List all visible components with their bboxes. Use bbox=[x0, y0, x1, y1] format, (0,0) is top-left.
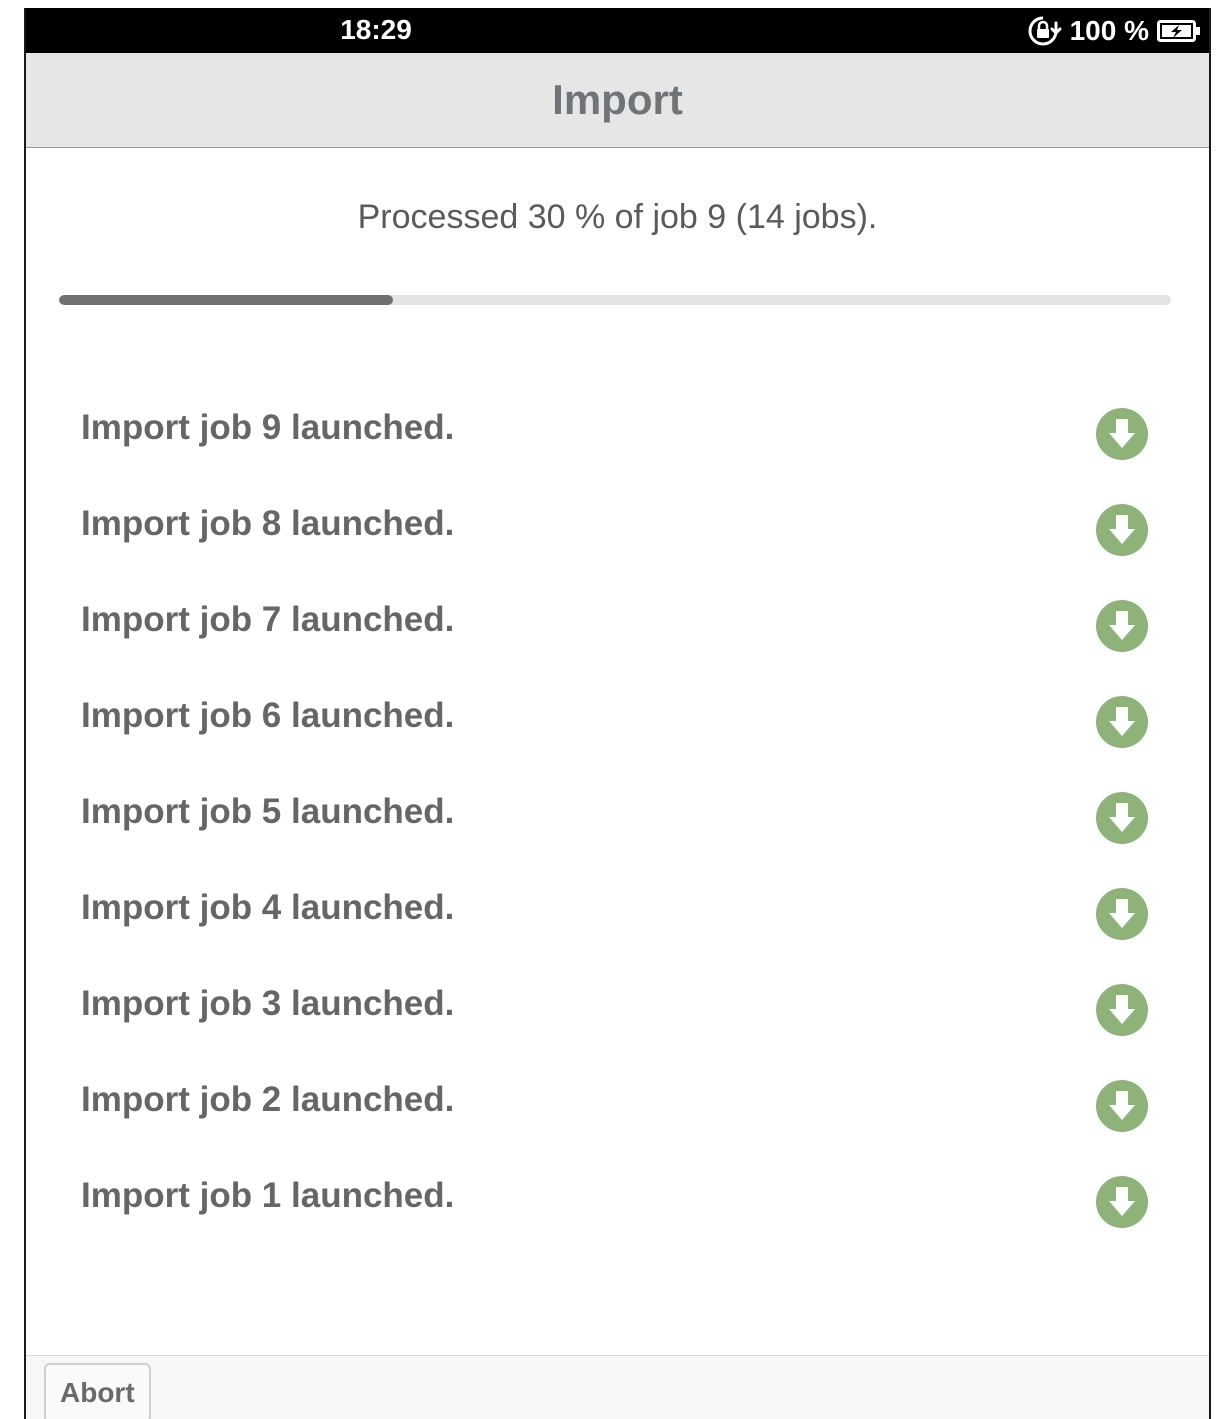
download-icon[interactable] bbox=[1095, 1175, 1149, 1229]
list-item: Import job 5 launched. bbox=[26, 762, 1209, 858]
job-label: Import job 6 launched. bbox=[81, 696, 455, 735]
download-icon[interactable] bbox=[1095, 887, 1149, 941]
battery-text: 100 % bbox=[1069, 15, 1149, 46]
battery-charging-icon bbox=[1157, 19, 1201, 43]
list-item: Import job 2 launched. bbox=[26, 1050, 1209, 1146]
status-right: 100 % bbox=[1026, 14, 1201, 48]
status-time: 18:29 bbox=[340, 14, 412, 45]
job-label: Import job 1 launched. bbox=[81, 1176, 455, 1215]
list-item: Import job 6 launched. bbox=[26, 666, 1209, 762]
progress-bar bbox=[59, 295, 1171, 305]
header: Import bbox=[26, 53, 1209, 148]
job-label: Import job 7 launched. bbox=[81, 600, 455, 639]
rotation-lock-icon bbox=[1026, 14, 1062, 48]
app-frame: 18:29 100 % Import Processed 30 % of job… bbox=[24, 8, 1211, 1419]
job-label: Import job 2 launched. bbox=[81, 1080, 455, 1119]
progress-text: Processed 30 % of job 9 (14 jobs). bbox=[357, 198, 878, 236]
download-icon[interactable] bbox=[1095, 503, 1149, 557]
list-item: Import job 3 launched. bbox=[26, 954, 1209, 1050]
job-label: Import job 3 launched. bbox=[81, 984, 455, 1023]
status-bar: 18:29 100 % bbox=[26, 8, 1209, 53]
job-label: Import job 4 launched. bbox=[81, 888, 455, 927]
job-label: Import job 8 launched. bbox=[81, 504, 455, 543]
download-icon[interactable] bbox=[1095, 1079, 1149, 1133]
download-icon[interactable] bbox=[1095, 695, 1149, 749]
list-item: Import job 4 launched. bbox=[26, 858, 1209, 954]
page-title: Import bbox=[552, 76, 683, 123]
list-item: Import job 9 launched. bbox=[26, 378, 1209, 474]
download-icon[interactable] bbox=[1095, 983, 1149, 1037]
download-icon[interactable] bbox=[1095, 791, 1149, 845]
job-label: Import job 9 launched. bbox=[81, 408, 455, 447]
abort-button[interactable]: Abort bbox=[44, 1363, 151, 1419]
list-item: Import job 7 launched. bbox=[26, 570, 1209, 666]
progress-fill bbox=[59, 295, 393, 305]
footer-toolbar: Abort bbox=[26, 1355, 1209, 1419]
job-label: Import job 5 launched. bbox=[81, 792, 455, 831]
download-icon[interactable] bbox=[1095, 599, 1149, 653]
download-icon[interactable] bbox=[1095, 407, 1149, 461]
list-item: Import job 1 launched. bbox=[26, 1146, 1209, 1242]
job-list: Import job 9 launched. Import job 8 launc… bbox=[26, 378, 1209, 1242]
list-item: Import job 8 launched. bbox=[26, 474, 1209, 570]
